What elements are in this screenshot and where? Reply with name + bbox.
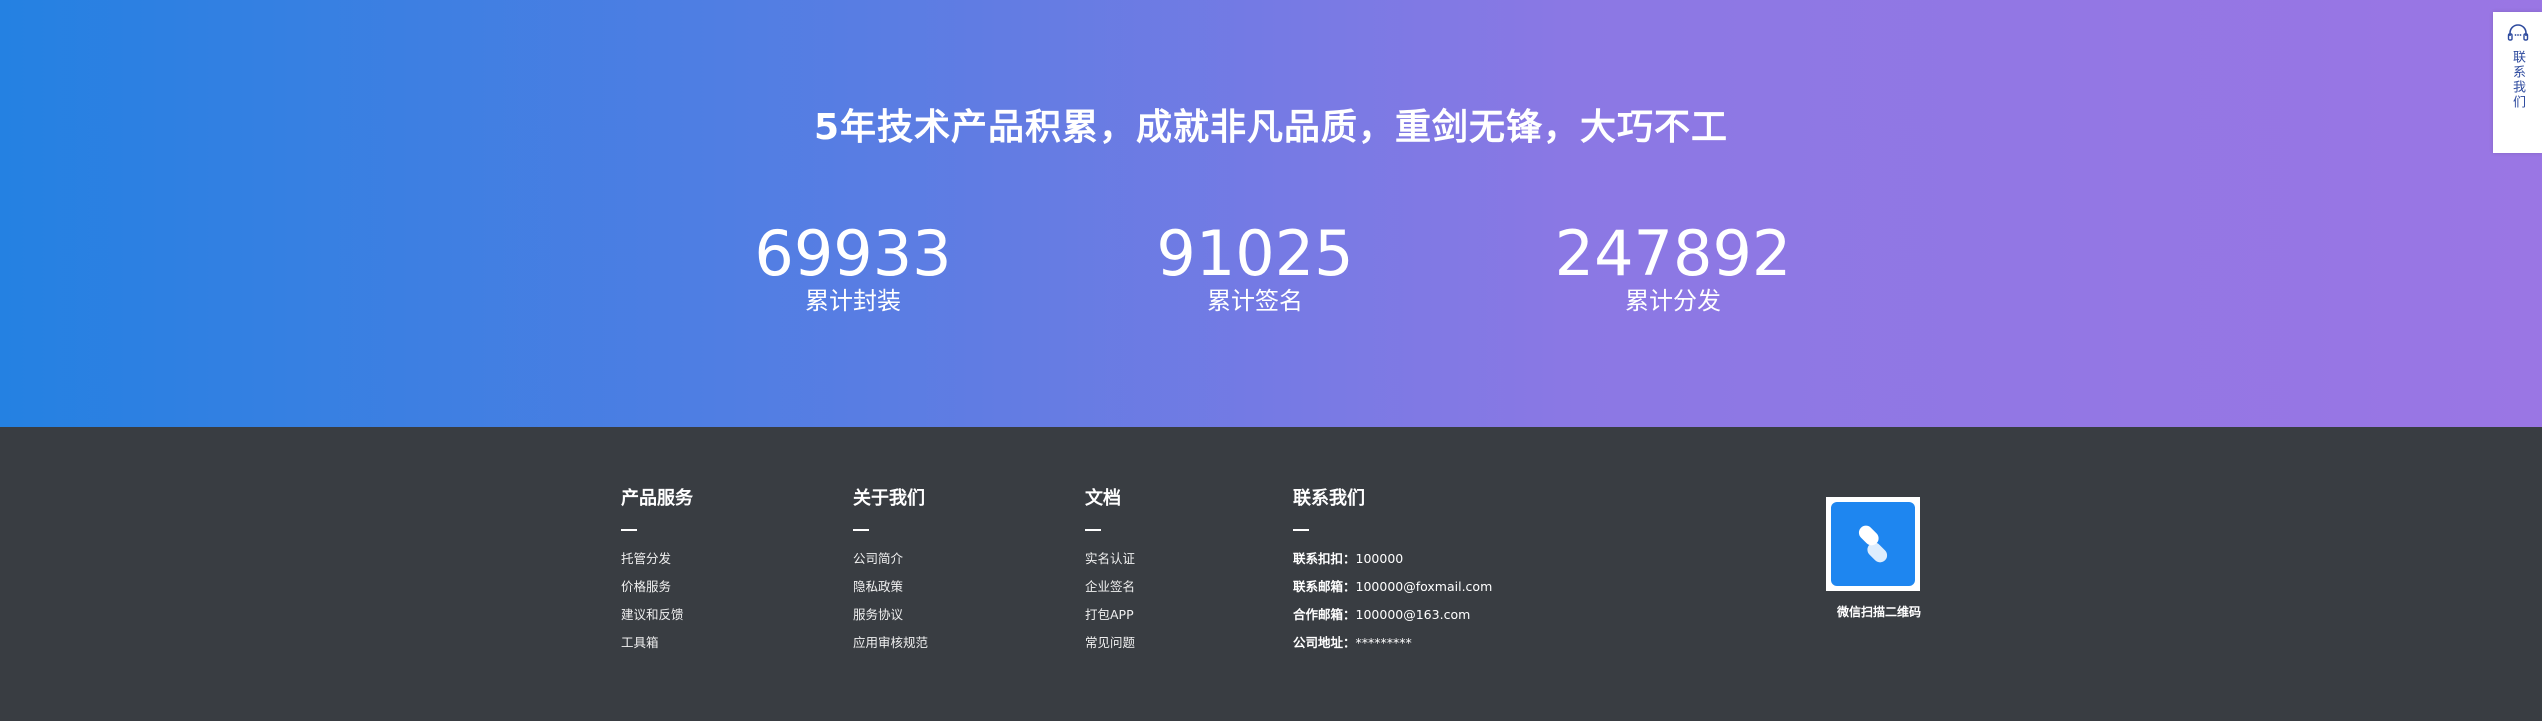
floating-contact-label: 联系我们 <box>2510 50 2525 110</box>
footer-link-feedback[interactable]: 建议和反馈 <box>621 601 693 629</box>
stat-distribution: 247892 累计分发 <box>1523 218 1823 316</box>
footer-col-about: 关于我们 公司简介 隐私政策 服务协议 应用审核规范 <box>853 487 928 657</box>
headset-icon <box>2507 24 2528 41</box>
title-divider <box>1293 529 1309 531</box>
footer-link-hosting[interactable]: 托管分发 <box>621 545 693 573</box>
footer-link-verification[interactable]: 实名认证 <box>1085 545 1135 573</box>
stats-banner: 5年技术产品积累，成就非凡品质，重剑无锋，大巧不工 69933 累计封装 910… <box>0 0 2542 427</box>
stat-label: 累计封装 <box>805 287 901 315</box>
contact-address: 公司地址：********* <box>1293 629 1492 657</box>
banner-title: 5年技术产品积累，成就非凡品质，重剑无锋，大巧不工 <box>813 107 1729 148</box>
footer-col-title: 关于我们 <box>853 488 925 509</box>
footer-link-company[interactable]: 公司简介 <box>853 545 928 573</box>
stat-value: 69933 <box>754 217 952 290</box>
footer-link-faq[interactable]: 常见问题 <box>1085 629 1135 657</box>
title-divider <box>853 529 869 531</box>
footer-link-pricing[interactable]: 价格服务 <box>621 573 693 601</box>
site-footer: 产品服务 托管分发 价格服务 建议和反馈 工具箱 关于我们 公司简介 隐私政策 … <box>0 427 2542 721</box>
footer-col-title: 文档 <box>1085 488 1121 509</box>
contact-key: 公司地址： <box>1293 635 1356 650</box>
footer-col-title: 联系我们 <box>1293 488 1365 509</box>
footer-link-toolbox[interactable]: 工具箱 <box>621 629 693 657</box>
contact-value[interactable]: 100000@foxmail.com <box>1356 579 1493 594</box>
title-divider <box>621 529 637 531</box>
stat-packaging: 69933 累计封装 <box>703 218 1003 316</box>
contact-value: 100000 <box>1355 551 1404 566</box>
qr-logo <box>1831 502 1915 586</box>
contact-value: ********* <box>1355 635 1412 650</box>
title-divider <box>1085 529 1101 531</box>
stat-value: 247892 <box>1554 217 1792 290</box>
contact-key: 合作邮箱： <box>1293 607 1356 622</box>
qr-caption: 微信扫描二维码 <box>1836 605 1921 619</box>
app-logo-icon <box>1858 525 1888 563</box>
footer-col-product: 产品服务 托管分发 价格服务 建议和反馈 工具箱 <box>621 487 693 657</box>
footer-col-title: 产品服务 <box>621 488 693 509</box>
footer-link-privacy[interactable]: 隐私政策 <box>853 573 928 601</box>
contact-qq: 联系扣扣：100000 <box>1293 545 1492 573</box>
contact-value[interactable]: 100000@163.com <box>1356 607 1471 622</box>
contact-key: 联系扣扣： <box>1293 551 1356 566</box>
stat-label: 累计分发 <box>1625 287 1721 315</box>
stat-signing: 91025 累计签名 <box>1105 218 1405 316</box>
stat-value: 91025 <box>1156 217 1354 290</box>
contact-coop-email: 合作邮箱：100000@163.com <box>1293 601 1492 629</box>
footer-link-terms[interactable]: 服务协议 <box>853 601 928 629</box>
footer-col-contact: 联系我们 联系扣扣：100000 联系邮箱：100000@foxmail.com… <box>1293 487 1492 657</box>
contact-email: 联系邮箱：100000@foxmail.com <box>1293 573 1492 601</box>
wechat-qr-code <box>1826 497 1920 591</box>
footer-link-review-rules[interactable]: 应用审核规范 <box>853 629 928 657</box>
floating-contact-button[interactable]: 联系我们 <box>2493 12 2542 153</box>
footer-link-package-app[interactable]: 打包APP <box>1085 601 1135 629</box>
stat-label: 累计签名 <box>1207 287 1303 315</box>
contact-key: 联系邮箱： <box>1293 579 1356 594</box>
footer-col-docs: 文档 实名认证 企业签名 打包APP 常见问题 <box>1085 487 1135 657</box>
footer-link-enterprise-sign[interactable]: 企业签名 <box>1085 573 1135 601</box>
